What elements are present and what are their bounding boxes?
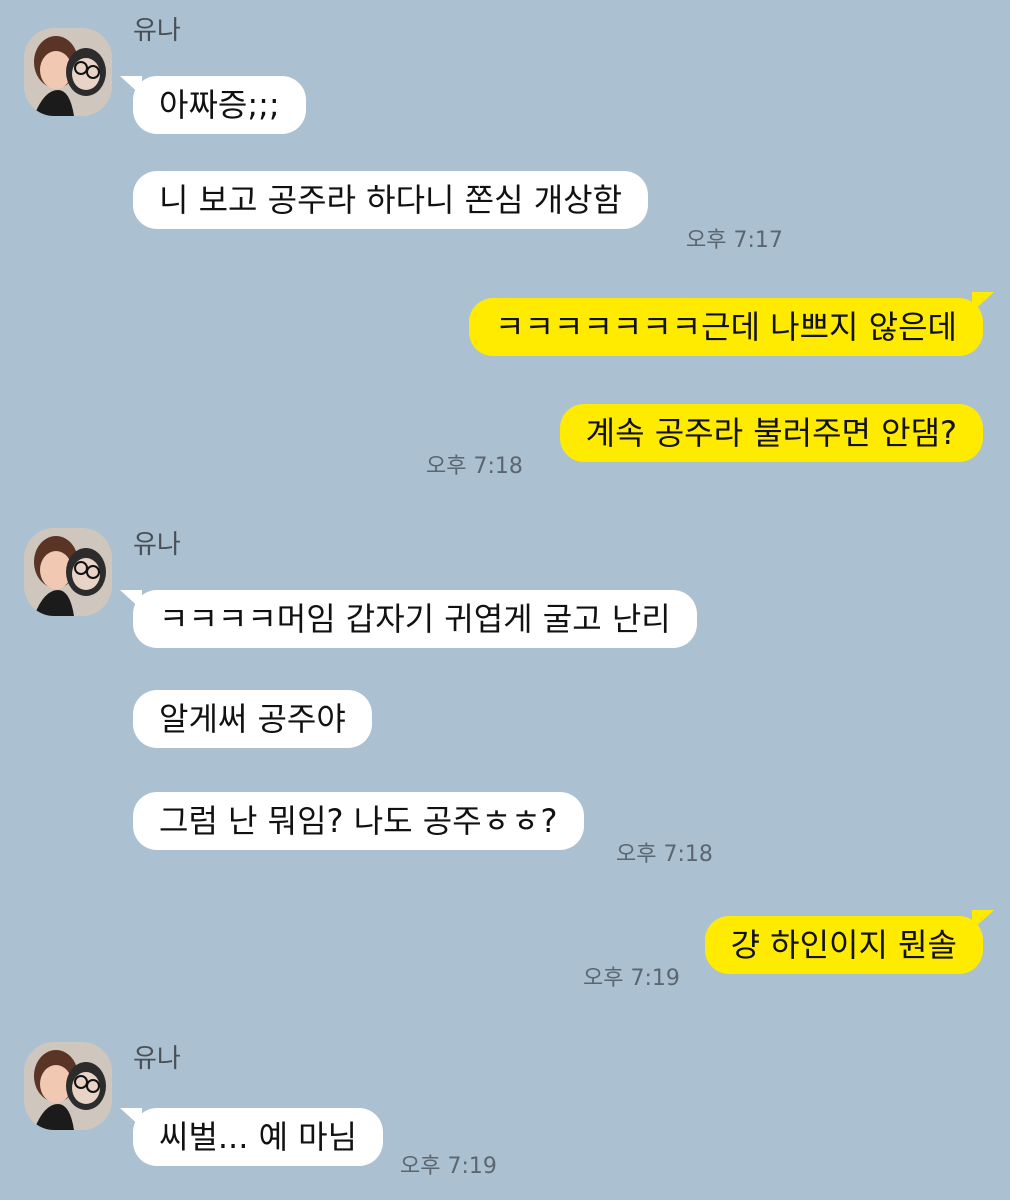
sender-name: 유나	[133, 530, 181, 560]
chat-thread[interactable]: 유나 아짜증;;; 니 보고 공주라 하다니 쫀심 개상함 오후 7:17 ㅋㅋ…	[0, 0, 1010, 1200]
message-incoming[interactable]: 니 보고 공주라 하다니 쫀심 개상함	[133, 171, 649, 229]
message-incoming[interactable]: 알게써 공주야	[133, 690, 372, 748]
profile-photo-icon	[24, 1042, 112, 1130]
sender-name: 유나	[133, 1044, 181, 1074]
message-incoming[interactable]: 아짜증;;;	[133, 76, 306, 134]
message-incoming[interactable]: ㅋㅋㅋㅋ머임 갑자기 귀엽게 굴고 난리	[133, 590, 697, 648]
profile-photo-icon	[24, 528, 112, 616]
contact-avatar[interactable]	[24, 28, 112, 116]
profile-photo-icon	[24, 28, 112, 116]
message-outgoing[interactable]: 걍 하인이지 뭔솔	[704, 916, 983, 974]
message-incoming[interactable]: 씨벌... 예 마님	[133, 1108, 384, 1166]
message-outgoing[interactable]: 계속 공주라 불러주면 안댐?	[559, 404, 983, 462]
message-timestamp: 오후 7:19	[400, 1154, 497, 1179]
sender-name: 유나	[133, 16, 181, 46]
message-outgoing[interactable]: ㅋㅋㅋㅋㅋㅋㅋ근데 나쁘지 않은데	[469, 298, 983, 356]
contact-avatar[interactable]	[24, 1042, 112, 1130]
message-timestamp: 오후 7:19	[583, 966, 680, 991]
message-timestamp: 오후 7:18	[426, 454, 523, 479]
message-timestamp: 오후 7:18	[616, 842, 713, 867]
message-incoming[interactable]: 그럼 난 뭐임? 나도 공주ㅎㅎ?	[133, 792, 584, 850]
message-timestamp: 오후 7:17	[686, 228, 783, 253]
contact-avatar[interactable]	[24, 528, 112, 616]
